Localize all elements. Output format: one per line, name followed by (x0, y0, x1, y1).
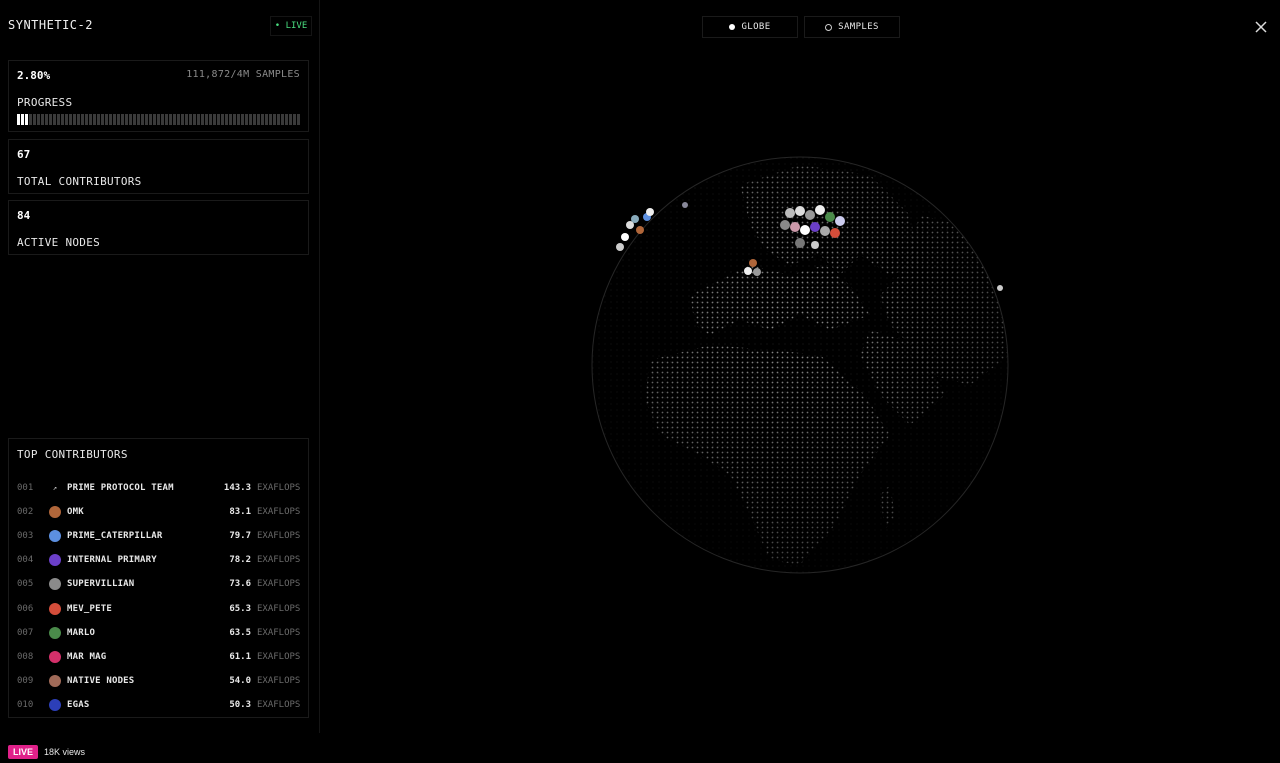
contributor-row[interactable]: 004 INTERNAL PRIMARY 78.2 EXAFLOPS (17, 548, 302, 572)
avatar-icon (49, 554, 61, 567)
contributor-row[interactable]: 007 MARLO 63.5 EXAFLOPS (17, 621, 302, 645)
contributor-row[interactable]: 010 EGAS 50.3 EXAFLOPS (17, 693, 302, 717)
contributor-value: 63.5 (229, 627, 251, 638)
globe-view-label: GLOBE (741, 22, 771, 32)
contributor-name: MARLO (67, 627, 96, 638)
contributor-name: NATIVE NODES (67, 675, 135, 686)
app-root: SYNTHETIC-2 • LIVE 2.80% 111,872/4M SAMP… (0, 0, 1280, 763)
contributor-unit: EXAFLOPS (257, 699, 301, 710)
contributor-name: SUPERVILLIAN (67, 579, 135, 590)
active-nodes-value: 84 (17, 209, 31, 222)
contributor-name: EGAS (67, 699, 90, 710)
contributor-row[interactable]: 003 PRIME_CATERPILLAR 79.7 EXAFLOPS (17, 524, 302, 548)
avatar-icon (49, 602, 61, 615)
app-title: SYNTHETIC-2 (8, 18, 93, 32)
progress-bar (17, 114, 301, 125)
contributor-unit: EXAFLOPS (257, 531, 301, 542)
contributor-name: INTERNAL PRIMARY (67, 555, 157, 566)
total-contributors-card: 67 TOTAL CONTRIBUTORS (8, 139, 309, 194)
contributor-row[interactable]: 008 MAR MAG 61.1 EXAFLOPS (17, 645, 302, 669)
globe-map[interactable] (590, 155, 1010, 575)
radio-unselected-icon (825, 23, 833, 31)
contributor-rank: 002 (17, 507, 34, 518)
contributor-unit: EXAFLOPS (257, 603, 301, 614)
progress-label: PROGRESS (17, 96, 73, 109)
avatar-icon (49, 626, 61, 639)
samples-view-label: SAMPLES (838, 22, 879, 32)
contributor-name: PRIME PROTOCOL TEAM (67, 483, 174, 494)
avatar-icon (49, 650, 61, 663)
contributor-name: PRIME_CATERPILLAR (67, 531, 163, 542)
contributor-value: 73.6 (229, 579, 251, 590)
total-contributors-value: 67 (17, 148, 31, 161)
contributor-unit: EXAFLOPS (257, 675, 301, 686)
contributor-unit: EXAFLOPS (257, 507, 301, 518)
contributor-row[interactable]: 009 NATIVE NODES 54.0 EXAFLOPS (17, 669, 302, 693)
contributor-unit: EXAFLOPS (257, 651, 301, 662)
contributor-value: 78.2 (229, 555, 251, 566)
globe-sphere (592, 157, 1008, 573)
contributor-rank: 008 (17, 651, 34, 662)
contributor-rank: 006 (17, 603, 34, 614)
stream-live-badge: LIVE (8, 745, 39, 759)
samples-view-button[interactable]: SAMPLES (804, 16, 900, 38)
contributor-unit: EXAFLOPS (257, 579, 301, 590)
contributor-name: OMK (67, 507, 84, 518)
avatar-icon (49, 674, 61, 687)
contributor-row[interactable]: 001 ↗ PRIME PROTOCOL TEAM 143.3 EXAFLOPS (17, 476, 302, 500)
contributor-value: 54.0 (229, 675, 251, 686)
contributor-unit: EXAFLOPS (257, 627, 301, 638)
contributor-value: 50.3 (229, 699, 251, 710)
view-count: 18K views (44, 747, 86, 757)
contributor-rank: 010 (17, 699, 34, 710)
contributor-unit: EXAFLOPS (257, 483, 301, 494)
active-nodes-card: 84 ACTIVE NODES (8, 200, 309, 255)
avatar-icon (49, 506, 61, 519)
prime-logo-icon: ↗ (52, 484, 58, 493)
contributor-rank: 001 (17, 483, 34, 494)
contributor-row[interactable]: 005 SUPERVILLIAN 73.6 EXAFLOPS (17, 572, 302, 596)
top-contributors-title: TOP CONTRIBUTORS (17, 448, 128, 461)
progress-percent: 2.80% (17, 69, 51, 82)
progress-bar-fill (17, 114, 28, 125)
contributor-rank: 009 (17, 675, 34, 686)
avatar-icon (49, 578, 61, 591)
sidebar: SYNTHETIC-2 • LIVE 2.80% 111,872/4M SAMP… (0, 0, 320, 733)
total-contributors-label: TOTAL CONTRIBUTORS (17, 175, 142, 188)
globe-view-button[interactable]: GLOBE (702, 16, 798, 38)
samples-count: 111,872/4M SAMPLES (186, 69, 300, 80)
contributor-value: 143.3 (223, 483, 251, 494)
top-contributors-card: TOP CONTRIBUTORS 001 ↗ PRIME PROTOCOL TEAM… (8, 438, 309, 718)
close-icon[interactable] (1254, 20, 1268, 34)
contributor-value: 61.1 (229, 651, 251, 662)
contributor-row[interactable]: 006 MEV_PETE 65.3 EXAFLOPS (17, 596, 302, 620)
contributor-rank: 004 (17, 555, 34, 566)
active-nodes-label: ACTIVE NODES (17, 236, 101, 249)
contributor-rank: 005 (17, 579, 34, 590)
avatar-icon (49, 698, 61, 711)
contributor-name: MEV_PETE (67, 603, 112, 614)
top-contributors-list: 001 ↗ PRIME PROTOCOL TEAM 143.3 EXAFLOPS 002 O… (17, 476, 302, 717)
contributor-value: 79.7 (229, 531, 251, 542)
contributor-rank: 003 (17, 531, 34, 542)
contributor-row[interactable]: 002 OMK 83.1 EXAFLOPS (17, 500, 302, 524)
contributor-unit: EXAFLOPS (257, 555, 301, 566)
avatar-icon (49, 530, 61, 543)
contributor-name: MAR MAG (67, 651, 107, 662)
radio-selected-icon (729, 24, 736, 30)
contributor-rank: 007 (17, 627, 34, 638)
progress-card: 2.80% 111,872/4M SAMPLES PROGRESS (8, 60, 309, 132)
live-status-badge: • LIVE (270, 16, 312, 36)
contributor-value: 65.3 (229, 603, 251, 614)
contributor-value: 83.1 (229, 507, 251, 518)
